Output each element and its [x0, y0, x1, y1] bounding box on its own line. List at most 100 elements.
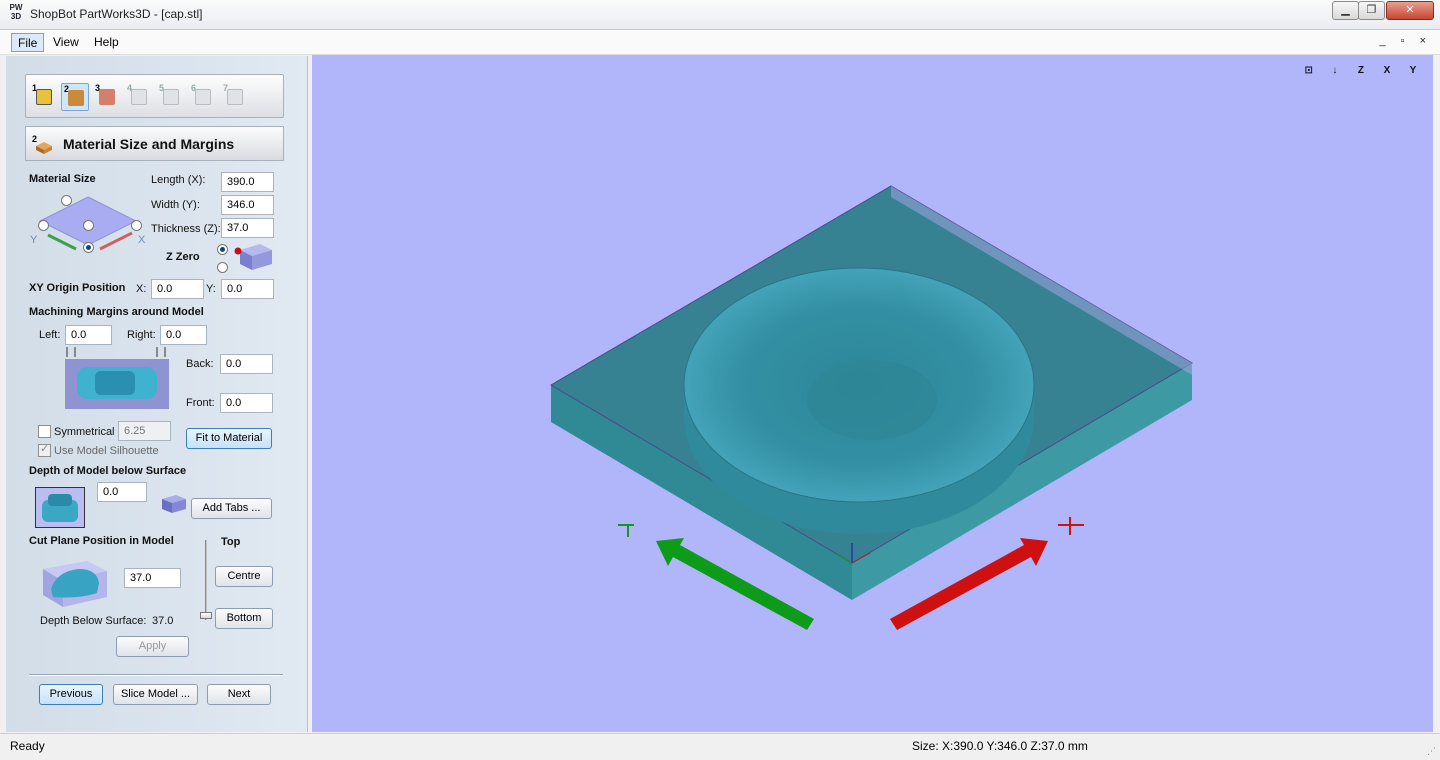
origin-center-radio[interactable]: [83, 220, 94, 231]
step-5-button[interactable]: 5: [157, 83, 185, 111]
cube-icon: [36, 89, 52, 105]
origin-bottom-radio[interactable]: [83, 242, 94, 253]
symmetrical-checkbox[interactable]: [38, 425, 51, 438]
material-block-icon: 2: [32, 133, 54, 155]
status-text: Ready: [10, 739, 45, 753]
depth-label: Depth of Model below Surface: [29, 465, 187, 477]
menu-view[interactable]: View: [47, 33, 85, 52]
cut-plane-top-label: Top: [221, 536, 241, 548]
minimize-button[interactable]: ▁: [1332, 1, 1359, 20]
status-bar: Ready Size: X:390.0 Y:346.0 Z:37.0 mm ⋰: [0, 733, 1440, 760]
next-button[interactable]: Next: [207, 684, 271, 705]
back-margin-input[interactable]: 0.0: [220, 354, 273, 374]
material-block-icon: [68, 90, 84, 106]
axis-y-label: Y: [30, 234, 38, 246]
cut-plane-slider[interactable]: [200, 540, 212, 620]
slider-thumb[interactable]: [200, 612, 212, 619]
fit-view-icon[interactable]: ⊡: [1299, 61, 1319, 81]
steps-toolbar: 1 2 3 4 5 6 7: [25, 74, 284, 118]
use-silhouette-checkbox[interactable]: [38, 442, 51, 457]
depth-model-thumbnail: [35, 487, 85, 528]
wizard-panel: 1 2 3 4 5 6 7 2 Material Size and Margin…: [6, 56, 308, 732]
width-input[interactable]: 346.0: [221, 195, 274, 215]
margins-label: Machining Margins around Model: [29, 306, 204, 318]
right-margin-label: Right:: [127, 329, 156, 341]
symmetrical-label: Symmetrical: [54, 426, 115, 438]
cut-plane-label: Cut Plane Position in Model: [29, 535, 174, 547]
thickness-label: Thickness (Z):: [151, 223, 221, 235]
thickness-input[interactable]: 37.0: [221, 218, 274, 238]
origin-y-input[interactable]: 0.0: [221, 279, 274, 299]
view-toolbar: ⊡ ↓ Z X Y: [1296, 61, 1423, 81]
origin-left-radio[interactable]: [38, 220, 49, 231]
apply-button[interactable]: Apply: [116, 636, 189, 657]
width-label: Width (Y):: [151, 199, 200, 211]
3d-viewport[interactable]: ⊡ ↓ Z X Y: [312, 55, 1433, 732]
maximize-button[interactable]: ❐: [1358, 1, 1385, 20]
finishing-icon: [163, 89, 179, 105]
section-header: 2 Material Size and Margins: [25, 126, 284, 161]
fit-to-material-button[interactable]: Fit to Material: [186, 428, 272, 449]
front-x-view-icon[interactable]: X: [1377, 61, 1397, 81]
iso-view-icon[interactable]: ↓: [1325, 61, 1345, 81]
origin-top-radio[interactable]: [61, 195, 72, 206]
menu-help[interactable]: Help: [88, 33, 125, 52]
slice-model-button[interactable]: Slice Model ...: [113, 684, 198, 705]
cap-model: [683, 267, 1035, 534]
window-title: ShopBot PartWorks3D - [cap.stl]: [30, 7, 203, 21]
orient-model-icon: [99, 89, 115, 105]
xy-origin-label: XY Origin Position: [29, 282, 126, 294]
depth-below-surface-label: Depth Below Surface:: [40, 615, 147, 627]
z-zero-label: Z Zero: [166, 251, 200, 263]
cut-plane-input[interactable]: 37.0: [124, 568, 181, 588]
step-6-button[interactable]: 6: [189, 83, 217, 111]
tab-block-icon: [160, 493, 188, 515]
close-button[interactable]: ✕: [1386, 1, 1434, 20]
mdi-window-controls[interactable]: _ ▫ ×: [1379, 35, 1432, 47]
scene: [550, 185, 1193, 630]
bottom-button[interactable]: Bottom: [215, 608, 273, 629]
symmetrical-value-input[interactable]: 6.25: [118, 421, 171, 441]
front-margin-label: Front:: [186, 397, 215, 409]
z-zero-top-radio[interactable]: [217, 244, 228, 255]
toolpath-icon: [131, 89, 147, 105]
depth-input[interactable]: 0.0: [97, 482, 147, 502]
z-zero-bottom-radio[interactable]: [217, 262, 228, 273]
step-7-button[interactable]: 7: [221, 83, 249, 111]
step-4-button[interactable]: 4: [125, 83, 153, 111]
material-size-label: Material Size: [29, 173, 96, 185]
cut-plane-car-preview: [39, 553, 111, 611]
length-input[interactable]: 390.0: [221, 172, 274, 192]
step-1-button[interactable]: 1: [30, 83, 58, 111]
app-icon: PW 3D: [9, 3, 23, 21]
use-silhouette-label: Use Model Silhouette: [54, 445, 159, 457]
origin-x-label: X:: [136, 283, 147, 295]
origin-y-label: Y:: [206, 283, 216, 295]
resize-grip-icon[interactable]: ⋰: [1427, 746, 1436, 757]
left-margin-input[interactable]: 0.0: [65, 325, 112, 345]
title-bar: PW 3D ShopBot PartWorks3D - [cap.stl] ▁ …: [0, 0, 1440, 30]
margins-car-preview: [65, 347, 169, 410]
section-number: 2: [32, 134, 37, 144]
menu-file[interactable]: File: [11, 33, 45, 52]
side-y-view-icon[interactable]: Y: [1403, 61, 1423, 81]
back-margin-label: Back:: [186, 358, 214, 370]
axis-x-label: X: [138, 234, 146, 246]
top-z-view-icon[interactable]: Z: [1351, 61, 1371, 81]
front-margin-input[interactable]: 0.0: [220, 393, 273, 413]
save-toolpath-icon: [227, 89, 243, 105]
origin-x-input[interactable]: 0.0: [151, 279, 204, 299]
length-label: Length (X):: [151, 174, 206, 186]
step-3-button[interactable]: 3: [93, 83, 121, 111]
centre-button[interactable]: Centre: [215, 566, 273, 587]
left-margin-label: Left:: [39, 329, 61, 341]
origin-right-radio[interactable]: [131, 220, 142, 231]
menu-bar: File View Help _ ▫ ×: [0, 30, 1440, 55]
z-zero-block-icon: [232, 240, 274, 272]
add-tabs-button[interactable]: Add Tabs ...: [191, 498, 272, 519]
divider: [29, 674, 283, 676]
material-size-status: Size: X:390.0 Y:346.0 Z:37.0 mm: [912, 739, 1088, 753]
step-2-button[interactable]: 2: [61, 83, 89, 111]
right-margin-input[interactable]: 0.0: [160, 325, 207, 345]
previous-button[interactable]: Previous: [39, 684, 103, 705]
